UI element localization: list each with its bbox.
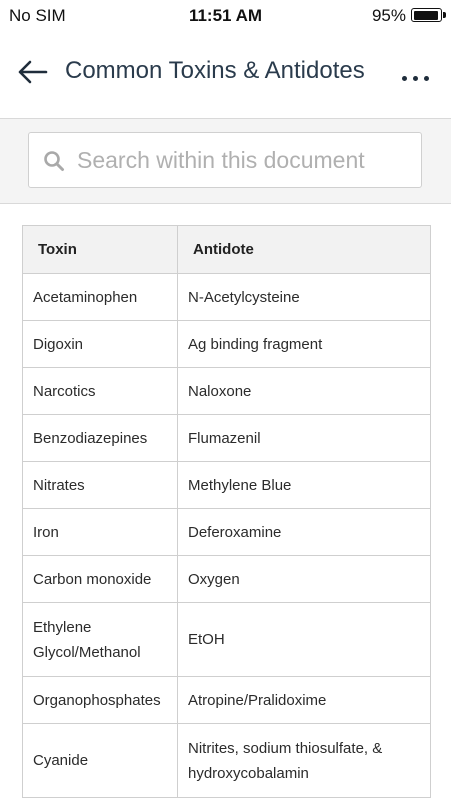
antidote-cell: Deferoxamine [177, 508, 431, 556]
toxin-cell: Narcotics [22, 367, 178, 415]
battery-nub [443, 12, 446, 18]
arrow-left-icon [18, 60, 48, 84]
toxin-cell: Digoxin [22, 320, 178, 368]
battery-level-fill [413, 10, 439, 20]
battery-percent: 95% [371, 6, 406, 25]
table-row: Acetaminophen N-Acetylcysteine [22, 273, 431, 321]
search-box[interactable] [28, 132, 422, 188]
page-title: Common Toxins & Antidotes [65, 57, 365, 84]
search-bar-container [0, 119, 451, 204]
nav-header: Common Toxins & Antidotes [0, 30, 451, 119]
column-header-toxin: Toxin [22, 225, 178, 274]
antidote-cell: Methylene Blue [177, 461, 431, 509]
toxins-table-container: Toxin Antidote Acetaminophen N-Acetylcys… [22, 225, 431, 798]
status-bar: No SIM 11:51 AM 95% [0, 0, 451, 30]
table-row: Benzodiazepines Flumazenil [22, 414, 431, 462]
battery-icon [411, 8, 442, 22]
antidote-cell: N-Acetylcysteine [177, 273, 431, 321]
toxin-cell: Acetaminophen [22, 273, 178, 321]
toxin-cell: Ethylene Glycol/Methanol [22, 602, 178, 677]
search-icon [44, 151, 64, 171]
toxin-cell: Cyanide [22, 723, 178, 798]
toxin-cell: Carbon monoxide [22, 555, 178, 603]
antidote-cell: Nitrites, sodium thiosulfate, & hydroxyc… [177, 723, 431, 798]
toxin-cell: Nitrates [22, 461, 178, 509]
search-input[interactable] [77, 133, 417, 187]
toxin-cell: Benzodiazepines [22, 414, 178, 462]
table-header-row: Toxin Antidote [22, 225, 431, 274]
table-row: Organophosphates Atropine/Pralidoxime [22, 676, 431, 724]
antidote-cell: EtOH [177, 602, 431, 677]
table-row: Cyanide Nitrites, sodium thiosulfate, & … [22, 723, 431, 798]
table-row: Iron Deferoxamine [22, 508, 431, 556]
table-row: Digoxin Ag binding fragment [22, 320, 431, 368]
back-button[interactable] [16, 54, 56, 90]
table-row: Nitrates Methylene Blue [22, 461, 431, 509]
antidote-cell: Ag binding fragment [177, 320, 431, 368]
table-row: Ethylene Glycol/Methanol EtOH [22, 602, 431, 677]
antidote-cell: Oxygen [177, 555, 431, 603]
more-options-button[interactable] [399, 60, 435, 90]
table-row: Narcotics Naloxone [22, 367, 431, 415]
antidote-cell: Atropine/Pralidoxime [177, 676, 431, 724]
antidote-cell: Flumazenil [177, 414, 431, 462]
antidote-cell: Naloxone [177, 367, 431, 415]
toxins-antidotes-table: Toxin Antidote Acetaminophen N-Acetylcys… [22, 225, 431, 798]
table-row: Carbon monoxide Oxygen [22, 555, 431, 603]
column-header-antidote: Antidote [177, 225, 431, 274]
toxin-cell: Iron [22, 508, 178, 556]
toxin-cell: Organophosphates [22, 676, 178, 724]
